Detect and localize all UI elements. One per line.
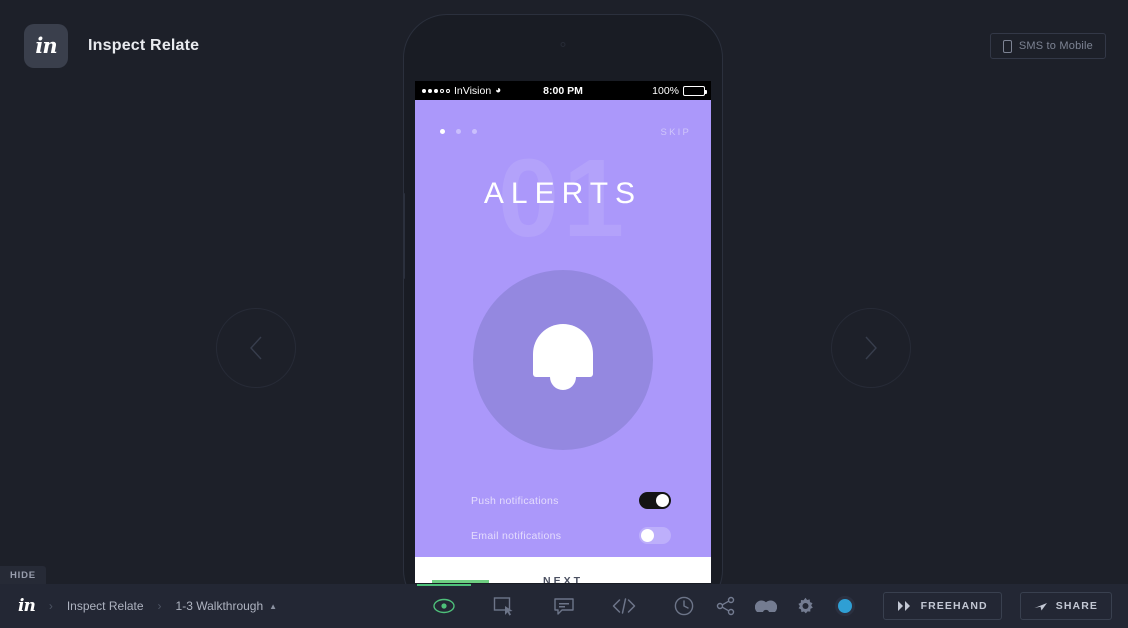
device-screen[interactable]: InVision ◕ 8:00 PM 100% SKIP 01 ALERTS P… <box>415 81 711 583</box>
gear-icon <box>798 597 813 613</box>
onboarding-screen: SKIP 01 ALERTS Push notifications Email … <box>415 100 711 583</box>
progress-indicator <box>432 580 489 583</box>
top-header: in Inspect Relate SMS to Mobile <box>0 0 1128 92</box>
tab-inspect[interactable] <box>608 584 640 628</box>
chevron-right-icon <box>865 336 877 360</box>
breadcrumb-separator-icon: › <box>48 599 53 613</box>
tab-preview[interactable] <box>417 584 471 628</box>
breadcrumb-separator-icon-2: › <box>157 599 162 613</box>
pagination-dots[interactable] <box>440 129 477 134</box>
page-title: Inspect Relate <box>88 37 200 54</box>
next-screen-button[interactable] <box>831 308 911 388</box>
breadcrumb-home-logo[interactable]: in <box>18 597 36 615</box>
share-network-icon <box>716 596 734 616</box>
pagination-dot-2[interactable] <box>456 129 461 134</box>
push-notifications-label: Push notifications <box>471 494 559 507</box>
code-icon <box>612 598 636 614</box>
sms-to-mobile-button[interactable]: SMS to Mobile <box>989 33 1106 59</box>
sync-cloud-button[interactable] <box>754 595 777 617</box>
invision-logo-text: in <box>35 32 57 58</box>
freehand-button[interactable]: FREEHAND <box>882 592 1002 620</box>
pagination-dot-3[interactable] <box>472 129 477 134</box>
pagination-dot-1[interactable] <box>440 129 445 134</box>
push-notifications-toggle[interactable] <box>639 492 671 509</box>
sms-to-mobile-label: SMS to Mobile <box>1018 40 1093 52</box>
freehand-icon <box>897 601 910 611</box>
breadcrumb-item-project[interactable]: Inspect Relate <box>67 599 144 613</box>
skip-button[interactable]: SKIP <box>661 127 691 138</box>
share-network-button[interactable] <box>715 595 737 617</box>
push-notifications-row: Push notifications <box>471 492 671 509</box>
previous-screen-button[interactable] <box>216 308 296 388</box>
rectangle-cursor-icon <box>493 597 513 616</box>
freehand-label: FREEHAND <box>920 600 988 612</box>
comment-icon <box>554 598 574 615</box>
breadcrumb-item-screen[interactable]: 1-3 Walkthrough <box>176 599 264 613</box>
share-arrow-icon <box>1034 603 1047 611</box>
screen-title: ALERTS <box>483 177 643 210</box>
bell-icon <box>533 324 593 396</box>
cloud-icon <box>754 600 777 612</box>
breadcrumb: in › Inspect Relate › 1-3 Walkthrough ▲ <box>0 597 277 615</box>
share-label: SHARE <box>1055 600 1098 612</box>
hide-toolbar-label: HIDE <box>10 569 36 581</box>
share-button[interactable]: SHARE <box>1019 592 1112 620</box>
tab-build[interactable] <box>488 584 520 628</box>
next-button-label: NEXT <box>542 575 583 583</box>
toolbar-right-actions: FREEHAND SHARE <box>715 592 1112 620</box>
bottom-toolbar: in › Inspect Relate › 1-3 Walkthrough ▲ <box>0 584 1128 628</box>
bell-icon-container <box>473 270 653 450</box>
tab-comments[interactable] <box>548 584 580 628</box>
mobile-phone-icon <box>1002 39 1012 53</box>
settings-button[interactable] <box>795 595 817 617</box>
chevron-left-icon <box>250 336 262 360</box>
hide-toolbar-tab[interactable]: HIDE <box>0 566 46 584</box>
email-notifications-label: Email notifications <box>471 529 562 542</box>
eye-icon <box>433 598 455 614</box>
user-avatar[interactable] <box>834 596 855 616</box>
invision-logo[interactable]: in <box>24 24 68 68</box>
device-volume-button <box>403 193 405 279</box>
email-notifications-toggle[interactable] <box>639 527 671 544</box>
chevron-up-icon[interactable]: ▲ <box>269 602 277 611</box>
clock-icon <box>674 596 694 616</box>
tab-history[interactable] <box>668 584 700 628</box>
email-notifications-row: Email notifications <box>471 527 671 544</box>
tool-switcher <box>417 584 700 628</box>
